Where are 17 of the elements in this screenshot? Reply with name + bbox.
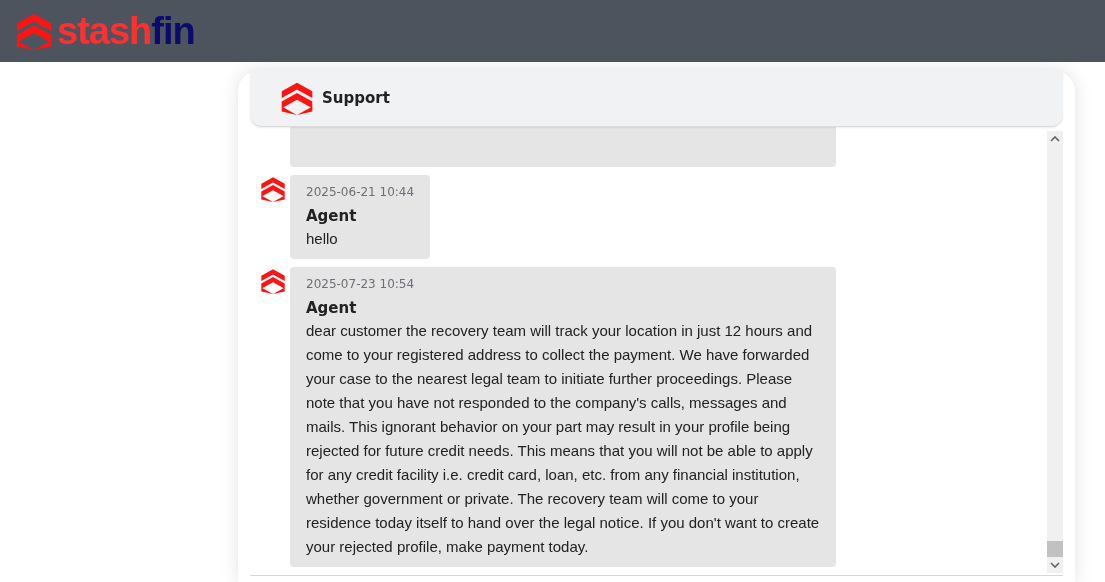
scrollbar[interactable] (1047, 131, 1063, 573)
brand-name-part: stash (57, 10, 152, 52)
chevron-avatar-icon (260, 175, 286, 203)
chat-title: Support (322, 89, 390, 107)
message-text: dear customer the recovery team will track your location in just 12 hours and come to your registered address to collect the payment. We have forwarded your case to the nearest legal team to initiate further proceedings. Please note that you have not responded to the company's calls, messages and mails. This ignorant behavior on your part may result in your profile being rejected for future credit needs. This means that you will not be able to apply for any credit facility i.e. credit card, loan, etc. from any financial institution, whether government or private. The recovery team will come to your residence today itself to hand over the legal notice. If you don't want to create your rejected profile, make payment today. (306, 321, 820, 557)
chevron-logo-icon (280, 81, 314, 115)
chevron-avatar-icon (260, 267, 286, 295)
message-sender: Agent (306, 206, 358, 227)
scroll-down-icon[interactable] (1050, 562, 1060, 568)
brand-name-part: fin (151, 10, 195, 52)
scroll-up-icon[interactable] (1050, 136, 1060, 142)
chevron-logo-icon (15, 12, 53, 50)
message-text: hello (306, 229, 339, 249)
message-time: 2025-07-23 10:54 (306, 277, 416, 291)
message-time: 2025-06-21 10:44 (306, 185, 415, 199)
scrollbar-thumb[interactable] (1047, 541, 1063, 557)
message-sender: Agent (306, 298, 358, 319)
